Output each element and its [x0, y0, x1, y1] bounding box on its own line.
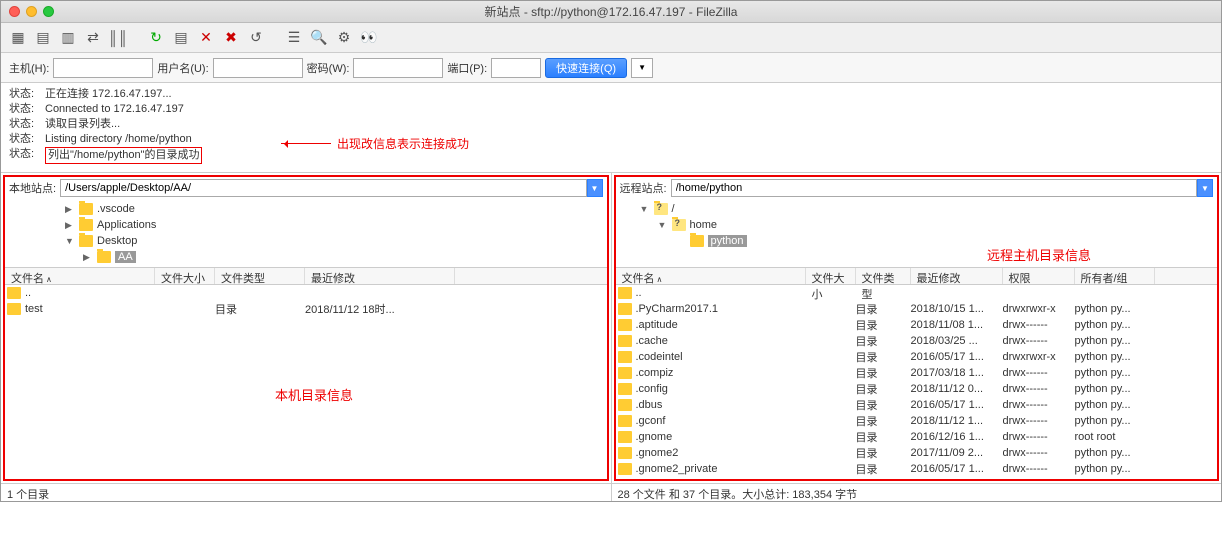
column-header[interactable]: 最近修改	[305, 268, 455, 284]
message-log: 状态:正在连接 172.16.47.197...状态:Connected to …	[1, 83, 1221, 173]
remote-site-label: 远程站点:	[620, 180, 667, 196]
search-icon[interactable]: 🔍	[308, 27, 330, 49]
port-label: 端口(P):	[447, 60, 487, 76]
minimize-icon[interactable]	[26, 6, 37, 17]
remote-tree[interactable]: ▼/▼homepython	[616, 199, 1218, 267]
disconnect-icon[interactable]: ✖	[220, 27, 242, 49]
local-file-list[interactable]: 本机目录信息 ..test目录2018/11/12 18时...	[5, 285, 607, 479]
user-input[interactable]	[213, 58, 303, 78]
port-input[interactable]	[491, 58, 541, 78]
tree-node[interactable]: ▶AA	[9, 249, 603, 265]
local-status: 1 个目录	[1, 484, 612, 501]
find-icon[interactable]: 👀	[358, 27, 380, 49]
column-header[interactable]: 文件类型	[856, 268, 911, 284]
local-columns[interactable]: 文件名∧文件大小文件类型最近修改	[5, 267, 607, 285]
remote-file-list[interactable]: ...PyCharm2017.1目录2018/10/15 1...drwxrwx…	[616, 285, 1218, 479]
maximize-icon[interactable]	[43, 6, 54, 17]
column-header[interactable]: 文件类型	[215, 268, 305, 284]
list-item[interactable]: ..	[5, 285, 607, 301]
host-input[interactable]	[53, 58, 153, 78]
column-header[interactable]: 文件名∧	[616, 268, 806, 284]
local-tree[interactable]: ▶.vscode▶Applications▼Desktop▶AA	[5, 199, 607, 267]
window-title: 新站点 - sftp://python@172.16.47.197 - File…	[1, 3, 1221, 20]
list-item[interactable]: ..	[616, 285, 1218, 301]
password-label: 密码(W):	[307, 60, 350, 76]
local-site-label: 本地站点:	[9, 180, 56, 196]
cancel-icon[interactable]: ✕	[195, 27, 217, 49]
tree-node[interactable]: ▼Desktop	[9, 233, 603, 249]
list-item[interactable]: .gnome2_private目录2016/05/17 1...drwx----…	[616, 461, 1218, 477]
annotation-arrow: 出现改信息表示连接成功	[281, 135, 469, 152]
status-bar: 1 个目录 28 个文件 和 37 个目录。大小总计: 183,354 字节	[1, 483, 1221, 501]
password-input[interactable]	[353, 58, 443, 78]
column-header[interactable]: 文件名∧	[5, 268, 155, 284]
quickconnect-bar: 主机(H): 用户名(U): 密码(W): 端口(P): 快速连接(Q) ▼	[1, 53, 1221, 83]
quickconnect-dropdown[interactable]: ▼	[631, 58, 653, 78]
column-header[interactable]: 文件大小	[155, 268, 215, 284]
filter-icon[interactable]: ⚙	[333, 27, 355, 49]
list-item[interactable]: .codeintel目录2016/05/17 1...drwxrwxr-xpyt…	[616, 349, 1218, 365]
remote-status: 28 个文件 和 37 个目录。大小总计: 183,354 字节	[612, 484, 1222, 501]
reconnect-icon[interactable]: ↺	[245, 27, 267, 49]
page-icon[interactable]: ▥	[57, 27, 79, 49]
remote-columns[interactable]: 文件名∧文件大小文件类型最近修改权限所有者/组	[616, 267, 1218, 285]
list-item[interactable]: .cache目录2018/03/25 ...drwx------python p…	[616, 333, 1218, 349]
tree-node[interactable]: ▼/	[620, 201, 1214, 217]
list-item[interactable]: test目录2018/11/12 18时...	[5, 301, 607, 317]
quickconnect-button[interactable]: 快速连接(Q)	[545, 58, 627, 78]
local-path-input[interactable]	[60, 179, 586, 197]
compare-icon[interactable]: ║║	[107, 27, 129, 49]
tree-node[interactable]: python	[620, 233, 1214, 249]
tree-node[interactable]: ▼home	[620, 217, 1214, 233]
list-item[interactable]: .PyCharm2017.1目录2018/10/15 1...drwxrwxr-…	[616, 301, 1218, 317]
tree-node[interactable]: ▶Applications	[9, 217, 603, 233]
column-header[interactable]: 所有者/组	[1075, 268, 1155, 284]
refresh-icon[interactable]: ↻	[145, 27, 167, 49]
queue-icon[interactable]: ▤	[170, 27, 192, 49]
list-item[interactable]: .gnome2目录2017/11/09 2...drwx------python…	[616, 445, 1218, 461]
remote-path-dropdown[interactable]: ▼	[1197, 179, 1213, 197]
column-header[interactable]: 文件大小	[806, 268, 856, 284]
list-item[interactable]: .gnome目录2016/12/16 1...drwx------root ro…	[616, 429, 1218, 445]
user-label: 用户名(U):	[157, 60, 208, 76]
sync-icon[interactable]: ⇄	[82, 27, 104, 49]
list-item[interactable]: .dbus目录2016/05/17 1...drwx------python p…	[616, 397, 1218, 413]
host-label: 主机(H):	[9, 60, 49, 76]
remote-path-input[interactable]	[671, 179, 1197, 197]
toolbar: ▦ ▤ ▥ ⇄ ║║ ↻ ▤ ✕ ✖ ↺ ☰ 🔍 ⚙ 👀	[1, 23, 1221, 53]
close-icon[interactable]	[9, 6, 20, 17]
nav-icon[interactable]: ▤	[32, 27, 54, 49]
titlebar: 新站点 - sftp://python@172.16.47.197 - File…	[1, 1, 1221, 23]
column-header[interactable]: 最近修改	[911, 268, 1003, 284]
remote-panel: 远程站点: ▼ ▼/▼homepython 远程主机目录信息 文件名∧文件大小文…	[612, 173, 1222, 483]
list-icon[interactable]: ☰	[283, 27, 305, 49]
list-item[interactable]: .config目录2018/11/12 0...drwx------python…	[616, 381, 1218, 397]
list-item[interactable]: .aptitude目录2018/11/08 1...drwx------pyth…	[616, 317, 1218, 333]
local-path-dropdown[interactable]: ▼	[587, 179, 603, 197]
list-item[interactable]: .compiz目录2017/03/18 1...drwx------python…	[616, 365, 1218, 381]
list-item[interactable]: .gconf目录2018/11/12 1...drwx------python …	[616, 413, 1218, 429]
tree-node[interactable]: ▶.vscode	[9, 201, 603, 217]
local-panel: 本地站点: ▼ ▶.vscode▶Applications▼Desktop▶AA…	[1, 173, 612, 483]
site-manager-icon[interactable]: ▦	[7, 27, 29, 49]
column-header[interactable]: 权限	[1003, 268, 1075, 284]
